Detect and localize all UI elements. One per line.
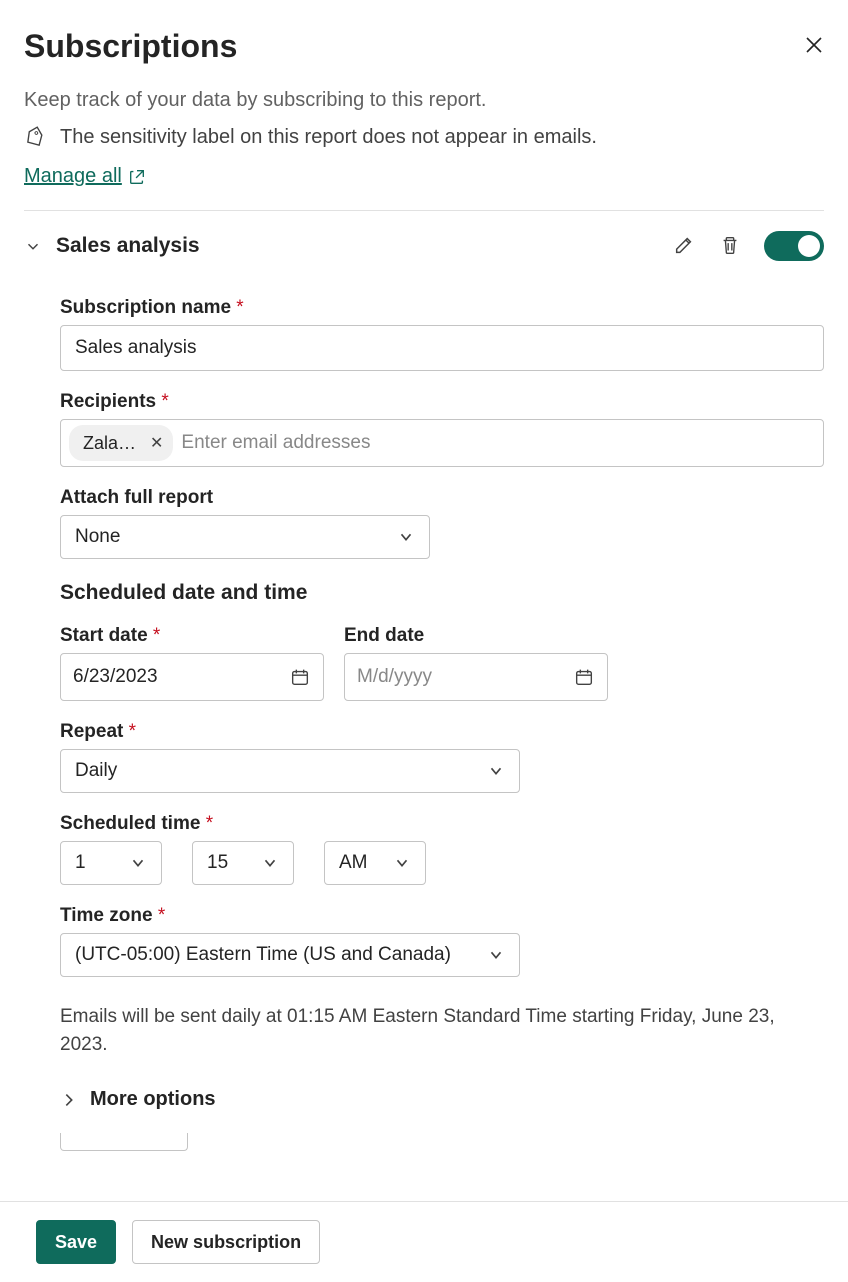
chevron-down-icon[interactable] — [24, 237, 42, 255]
ampm-select[interactable]: AM — [324, 841, 426, 885]
sensitivity-note-text: The sensitivity label on this report doe… — [60, 126, 597, 149]
enable-toggle[interactable] — [764, 231, 824, 261]
more-options-toggle[interactable]: More options — [60, 1058, 824, 1111]
repeat-value: Daily — [75, 760, 117, 782]
tag-icon — [20, 122, 50, 152]
manage-all-link[interactable]: Manage all — [24, 165, 146, 206]
repeat-label: Repeat — [60, 701, 824, 749]
chevron-down-icon — [487, 762, 505, 780]
hour-value: 1 — [75, 852, 86, 874]
delete-button[interactable] — [718, 234, 742, 258]
recipient-chip[interactable]: Zala… ✕ — [69, 425, 173, 461]
end-date-placeholder: M/d/yyyy — [357, 666, 432, 688]
timezone-select[interactable]: (UTC-05:00) Eastern Time (US and Canada) — [60, 933, 520, 977]
end-date-input[interactable]: M/d/yyyy — [344, 653, 608, 701]
pencil-icon — [673, 234, 695, 256]
hour-select[interactable]: 1 — [60, 841, 162, 885]
start-date-label: Start date — [60, 605, 324, 653]
close-button[interactable] — [804, 31, 824, 62]
edit-button[interactable] — [672, 234, 696, 258]
timezone-value: (UTC-05:00) Eastern Time (US and Canada) — [75, 944, 451, 966]
sensitivity-note-row: The sensitivity label on this report doe… — [24, 126, 824, 165]
recipients-label: Recipients — [60, 371, 824, 419]
chevron-right-icon — [60, 1091, 78, 1109]
page-subtitle: Keep track of your data by subscribing t… — [24, 79, 824, 126]
manage-all-label: Manage all — [24, 165, 122, 188]
end-date-label: End date — [344, 605, 608, 653]
attach-value: None — [75, 526, 120, 548]
repeat-select[interactable]: Daily — [60, 749, 520, 793]
subscription-item-header: Sales analysis — [24, 211, 824, 277]
open-external-icon — [128, 168, 146, 186]
recipient-chip-text: Zala… — [83, 433, 136, 454]
new-subscription-button[interactable]: New subscription — [132, 1220, 320, 1264]
chevron-down-icon — [397, 528, 415, 546]
remove-recipient-icon[interactable]: ✕ — [150, 433, 163, 453]
scheduled-time-label: Scheduled time — [60, 793, 824, 841]
ampm-value: AM — [339, 852, 368, 874]
timezone-label: Time zone — [60, 885, 824, 933]
close-icon — [804, 35, 824, 55]
truncated-content — [60, 1133, 188, 1151]
subscription-name-label: Subscription name — [60, 277, 824, 325]
attach-select[interactable]: None — [60, 515, 430, 559]
attach-label: Attach full report — [60, 467, 824, 515]
chevron-down-icon — [393, 854, 411, 872]
page-title: Subscriptions — [24, 28, 237, 65]
footer-bar: Save New subscription — [0, 1201, 848, 1282]
schedule-section-title: Scheduled date and time — [60, 559, 824, 605]
schedule-summary: Emails will be sent daily at 01:15 AM Ea… — [60, 977, 824, 1058]
save-button[interactable]: Save — [36, 1220, 116, 1264]
recipients-input[interactable] — [181, 432, 815, 454]
recipients-field[interactable]: Zala… ✕ — [60, 419, 824, 467]
start-date-input[interactable]: 6/23/2023 — [60, 653, 324, 701]
chevron-down-icon — [261, 854, 279, 872]
more-options-label: More options — [90, 1088, 216, 1111]
subscription-title: Sales analysis — [56, 234, 672, 258]
subscription-name-input[interactable] — [60, 325, 824, 371]
start-date-value: 6/23/2023 — [73, 666, 158, 688]
trash-icon — [719, 234, 741, 256]
calendar-icon — [289, 666, 311, 688]
chevron-down-icon — [129, 854, 147, 872]
calendar-icon — [573, 666, 595, 688]
minute-select[interactable]: 15 — [192, 841, 294, 885]
chevron-down-icon — [487, 946, 505, 964]
minute-value: 15 — [207, 852, 228, 874]
